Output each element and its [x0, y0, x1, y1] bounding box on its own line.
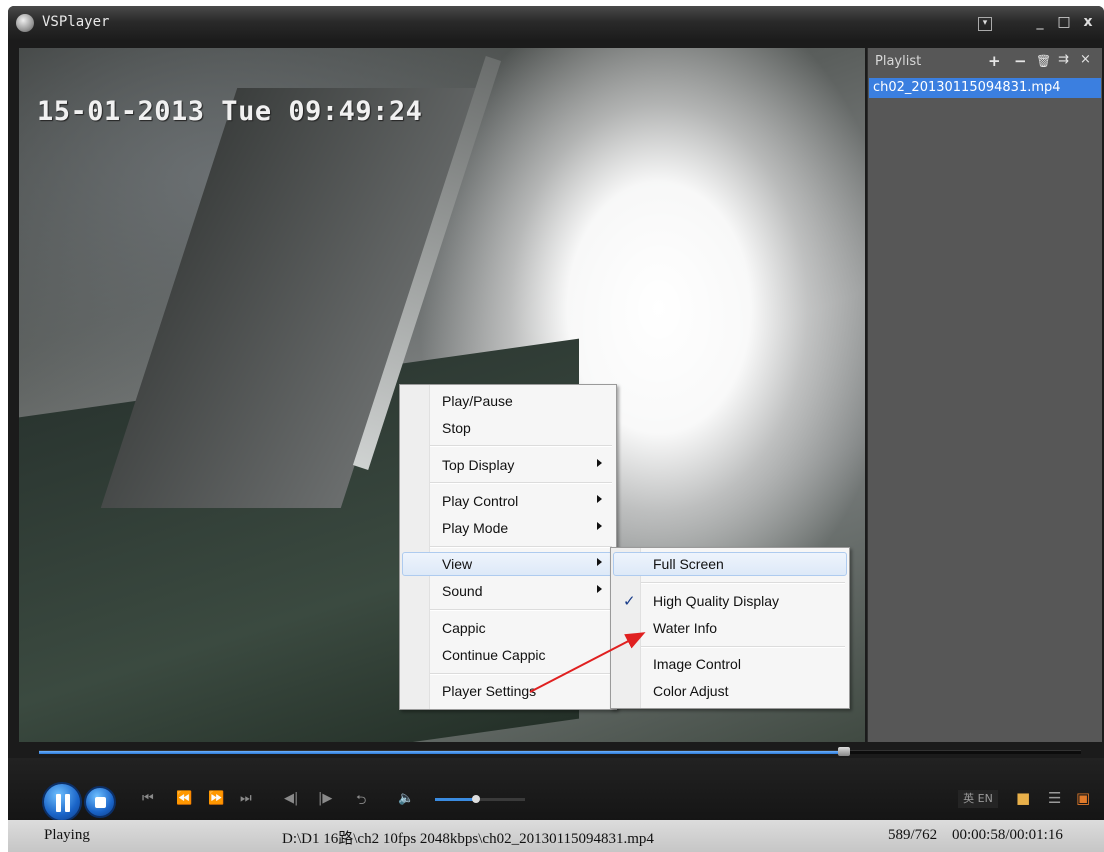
menu-item-cappic[interactable]: Cappic [402, 616, 614, 640]
control-bar [8, 758, 1104, 820]
menu-item-label: Play Mode [442, 520, 509, 536]
pause-icon [56, 794, 70, 812]
menu-item-label: High Quality Display [653, 593, 780, 609]
sort-icon[interactable]: ⇉ [1058, 52, 1069, 67]
list-icon[interactable]: ☰ [1048, 789, 1061, 807]
step-forward-icon[interactable]: |▶ [318, 791, 332, 806]
folder-icon[interactable]: ■ [1016, 789, 1030, 807]
submenu-item-water-info[interactable]: Water Info [613, 616, 847, 640]
menu-dropdown-button[interactable]: ▾ [978, 17, 992, 31]
submenu-arrow-icon [597, 522, 602, 530]
seek-progress [39, 751, 845, 754]
next-file-icon[interactable]: ⏭ [240, 791, 252, 806]
volume-knob[interactable] [471, 795, 480, 803]
view-submenu: Full Screen ✓ High Quality Display Water … [610, 547, 850, 709]
playlist-header: Playlist + − 🗑 ⇉ × [868, 48, 1102, 74]
menu-separator [430, 482, 612, 484]
status-file-info: D:\D1 16路\ch2 10fps 2048kbps\ch02_201301… [282, 831, 654, 847]
playlist-title: Playlist [875, 54, 922, 69]
submenu-arrow-icon [597, 459, 602, 467]
volume-level [435, 798, 476, 801]
submenu-item-full-screen[interactable]: Full Screen [613, 552, 847, 576]
menu-item-label: Play/Pause [442, 393, 513, 409]
checkmark-icon: ✓ [623, 593, 636, 610]
menu-item-label: Top Display [442, 457, 515, 473]
player-window: VSPlayer ▾ _ □ x 15-01-2013 Tue 09:49:24… [8, 6, 1104, 852]
seek-thumb[interactable] [838, 747, 851, 756]
submenu-item-high-quality-display[interactable]: ✓ High Quality Display [613, 589, 847, 613]
menu-separator [430, 546, 612, 548]
status-bar: Playing D:\D1 16路\ch2 10fps 2048kbps\ch0… [8, 820, 1104, 852]
menu-item-label: Play Control [442, 493, 519, 509]
rewind-icon[interactable]: ⏪ [176, 791, 192, 806]
menu-separator [641, 646, 845, 648]
menu-item-view[interactable]: View [402, 552, 614, 576]
menu-item-label: Water Info [653, 620, 718, 636]
menu-item-label: Image Control [653, 656, 741, 672]
language-toggle[interactable]: 英 EN [958, 790, 998, 808]
plus-icon[interactable]: + [988, 52, 1001, 70]
app-logo-icon [16, 14, 34, 32]
menu-item-stop[interactable]: Stop [402, 416, 614, 440]
submenu-arrow-icon [597, 495, 602, 503]
maximize-button[interactable]: □ [1054, 12, 1074, 32]
submenu-arrow-icon [597, 585, 602, 593]
minimize-button[interactable]: _ [1030, 12, 1050, 32]
trash-icon[interactable]: 🗑 [1036, 54, 1051, 68]
toolbox-icon[interactable]: ▣ [1076, 789, 1090, 807]
menu-item-label: Player Settings [442, 683, 537, 699]
pause-button[interactable] [42, 782, 82, 822]
submenu-item-color-adjust[interactable]: Color Adjust [613, 679, 847, 703]
status-time: 00:00:58/00:01:16 [952, 827, 1063, 843]
seek-area [8, 744, 1104, 758]
submenu-item-image-control[interactable]: Image Control [613, 652, 847, 676]
menu-item-sound[interactable]: Sound [402, 579, 614, 603]
menu-item-play-pause[interactable]: Play/Pause [402, 389, 614, 413]
menu-separator [430, 673, 612, 675]
previous-file-icon[interactable]: ⏮ [142, 791, 154, 806]
menu-item-label: Full Screen [653, 556, 724, 572]
menu-item-label: Color Adjust [653, 683, 729, 699]
menu-item-label: Stop [442, 420, 471, 436]
repeat-icon[interactable]: ⮌ [356, 791, 366, 813]
menu-item-top-display[interactable]: Top Display [402, 453, 614, 477]
status-state: Playing [44, 827, 90, 843]
playlist-item[interactable]: ch02_20130115094831.mp4 [869, 78, 1101, 98]
window-title: VSPlayer [42, 14, 110, 30]
menu-item-label: View [442, 556, 473, 572]
volume-icon[interactable]: 🔈 [398, 791, 414, 806]
menu-item-play-mode[interactable]: Play Mode [402, 516, 614, 540]
menu-item-label: Cappic [442, 620, 486, 636]
menu-item-player-settings[interactable]: Player Settings [402, 679, 614, 703]
close-icon[interactable]: × [1080, 52, 1091, 67]
context-menu: Play/Pause Stop Top Display Play Control… [399, 384, 617, 710]
volume-slider[interactable] [435, 795, 525, 803]
menu-item-play-control[interactable]: Play Control [402, 489, 614, 513]
submenu-arrow-icon [597, 558, 602, 566]
menu-separator [430, 445, 612, 447]
playlist-panel: Playlist + − 🗑 ⇉ × ch02_20130115094831.m… [867, 48, 1102, 742]
stop-icon [95, 797, 106, 808]
minus-icon[interactable]: − [1014, 52, 1027, 70]
status-frames: 589/762 [888, 827, 938, 843]
menu-separator [641, 582, 845, 584]
step-back-icon[interactable]: ◀| [284, 791, 298, 806]
menu-separator [430, 609, 612, 611]
close-button[interactable]: x [1078, 12, 1098, 32]
menu-item-label: Continue Cappic [442, 647, 546, 663]
seek-bar[interactable] [39, 747, 1081, 756]
fast-forward-icon[interactable]: ⏩ [208, 791, 224, 806]
menu-item-continue-cappic[interactable]: Continue Cappic [402, 643, 614, 667]
title-bar[interactable]: VSPlayer ▾ _ □ x [8, 6, 1104, 40]
stop-button[interactable] [84, 786, 116, 818]
osd-timestamp: 15-01-2013 Tue 09:49:24 [37, 96, 423, 127]
menu-item-label: Sound [442, 583, 483, 599]
